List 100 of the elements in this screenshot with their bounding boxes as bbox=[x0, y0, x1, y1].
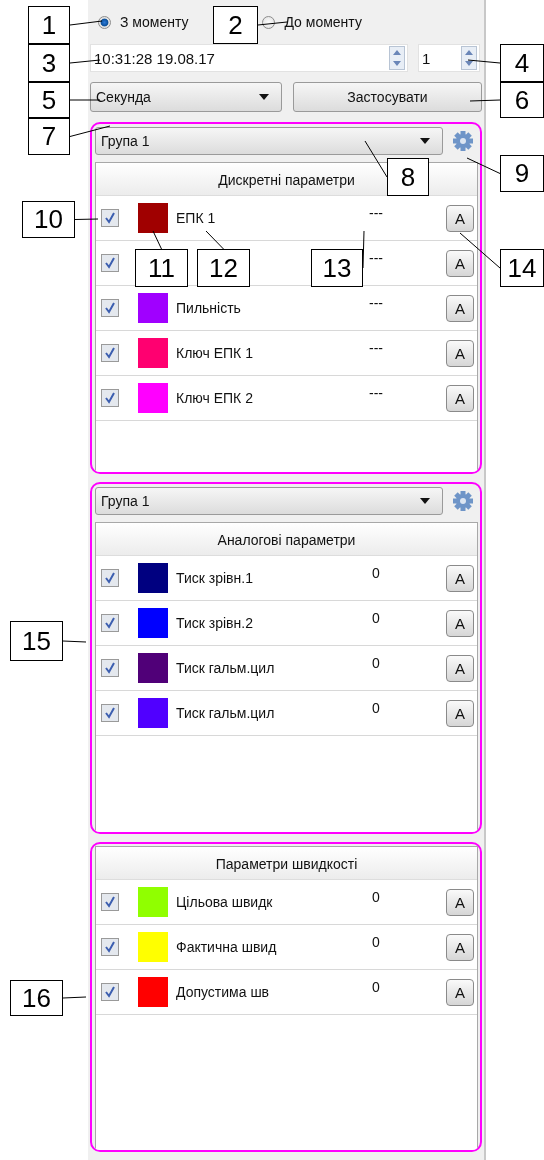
callout-label: 2 bbox=[213, 6, 258, 44]
parameter-value: --- bbox=[368, 295, 384, 311]
callout-label: 13 bbox=[311, 249, 363, 287]
parameter-value: 0 bbox=[371, 565, 381, 581]
parameter-name: Фактична швид bbox=[176, 939, 278, 955]
callout-label: 15 bbox=[10, 621, 63, 661]
leader-line bbox=[69, 20, 103, 26]
parameter-name: Ключ ЕПК 2 bbox=[176, 390, 254, 406]
caret-icon bbox=[259, 94, 269, 100]
callout-label: 5 bbox=[28, 82, 70, 118]
apply-button[interactable]: Застосувати bbox=[293, 82, 482, 112]
leader-line bbox=[364, 140, 388, 178]
radio-option[interactable]: До моменту bbox=[262, 14, 362, 30]
callout-label: 11 bbox=[135, 249, 188, 287]
parameter-value: --- bbox=[368, 250, 384, 266]
leader-line bbox=[469, 99, 501, 102]
checkbox[interactable] bbox=[101, 569, 119, 587]
leader-line bbox=[74, 218, 99, 220]
axis-button[interactable]: A bbox=[446, 933, 474, 961]
leader-line bbox=[69, 125, 111, 137]
color-swatch[interactable] bbox=[138, 887, 168, 917]
color-swatch[interactable] bbox=[138, 383, 168, 413]
axis-button[interactable]: A bbox=[446, 654, 474, 682]
axis-button[interactable]: A bbox=[446, 339, 474, 367]
parameter-name: Пильність bbox=[176, 300, 242, 316]
callout-label: 1 bbox=[28, 6, 70, 44]
parameter-value: 0 bbox=[371, 610, 381, 626]
checkbox[interactable] bbox=[101, 938, 119, 956]
color-swatch[interactable] bbox=[138, 932, 168, 962]
group-dropdown[interactable]: Група 1 bbox=[95, 127, 443, 155]
axis-button[interactable]: A bbox=[446, 609, 474, 637]
parameter-value: 0 bbox=[371, 889, 381, 905]
parameter-name: Тиск гальм.цил bbox=[176, 660, 276, 676]
parameter-value: --- bbox=[368, 205, 384, 221]
callout-label: 6 bbox=[500, 82, 544, 118]
parameter-name: Тиск зрівн.1 bbox=[176, 570, 254, 586]
color-swatch[interactable] bbox=[138, 293, 168, 323]
parameter-name: Тиск зрівн.2 bbox=[176, 615, 254, 631]
callout-label: 16 bbox=[10, 980, 63, 1016]
parameter-value: 0 bbox=[371, 700, 381, 716]
callout-label: 9 bbox=[500, 155, 544, 192]
checkbox[interactable] bbox=[101, 299, 119, 317]
checkbox[interactable] bbox=[101, 344, 119, 362]
color-swatch[interactable] bbox=[138, 338, 168, 368]
leader-line bbox=[69, 99, 101, 101]
checkbox[interactable] bbox=[101, 614, 119, 632]
datetime-field[interactable]: 10:31:28 19.08.17 bbox=[90, 44, 408, 72]
parameter-name: Допустима шв bbox=[176, 984, 271, 1000]
settings-icon[interactable] bbox=[452, 130, 474, 152]
checkbox[interactable] bbox=[101, 983, 119, 1001]
checkbox[interactable] bbox=[101, 893, 119, 911]
callout-label: 10 bbox=[22, 201, 75, 238]
checkbox[interactable] bbox=[101, 209, 119, 227]
leader-line bbox=[467, 59, 501, 64]
axis-button[interactable]: A bbox=[446, 888, 474, 916]
axis-button[interactable]: A bbox=[446, 384, 474, 412]
parameter-name: ЕПК 1 bbox=[176, 210, 217, 226]
color-swatch[interactable] bbox=[138, 653, 168, 683]
spin-arrows-icon[interactable] bbox=[389, 46, 405, 70]
callout-label: 4 bbox=[500, 44, 544, 82]
parameter-value: 0 bbox=[371, 655, 381, 671]
color-swatch[interactable] bbox=[138, 608, 168, 638]
callout-label: 3 bbox=[28, 44, 70, 82]
checkbox[interactable] bbox=[101, 659, 119, 677]
settings-icon[interactable] bbox=[452, 490, 474, 512]
leader-line bbox=[152, 230, 162, 250]
color-swatch[interactable] bbox=[138, 977, 168, 1007]
caret-icon bbox=[420, 498, 430, 504]
count-field[interactable]: 1 bbox=[418, 44, 480, 72]
parameter-value: 0 bbox=[371, 934, 381, 950]
leader-line bbox=[205, 230, 224, 250]
axis-button[interactable]: A bbox=[446, 564, 474, 592]
color-swatch[interactable] bbox=[138, 563, 168, 593]
callout-label: 7 bbox=[28, 118, 70, 155]
color-swatch[interactable] bbox=[138, 203, 168, 233]
leader-line bbox=[466, 157, 501, 174]
parameter-name: Ключ ЕПК 1 bbox=[176, 345, 254, 361]
parameter-value: 0 bbox=[371, 979, 381, 995]
color-swatch[interactable] bbox=[138, 698, 168, 728]
callout-label: 12 bbox=[197, 249, 250, 287]
axis-button[interactable]: A bbox=[446, 294, 474, 322]
axis-button[interactable]: A bbox=[446, 978, 474, 1006]
checkbox[interactable] bbox=[101, 389, 119, 407]
parameter-value: --- bbox=[368, 385, 384, 401]
leader-line bbox=[62, 640, 87, 643]
callout-label: 8 bbox=[387, 158, 429, 196]
axis-button[interactable]: A bbox=[446, 204, 474, 232]
parameter-name: Цільова швидк bbox=[176, 894, 274, 910]
checkbox[interactable] bbox=[101, 254, 119, 272]
axis-button[interactable]: A bbox=[446, 699, 474, 727]
radio-option[interactable]: З моменту bbox=[98, 14, 189, 30]
parameter-value: --- bbox=[368, 340, 384, 356]
group-dropdown[interactable]: Група 1 bbox=[95, 487, 443, 515]
unit-dropdown[interactable]: Секунда bbox=[90, 82, 282, 112]
parameter-name: Тиск гальм.цил bbox=[176, 705, 276, 721]
leader-line bbox=[362, 230, 365, 269]
spin-arrows-icon[interactable] bbox=[461, 46, 477, 70]
checkbox[interactable] bbox=[101, 704, 119, 722]
callout-label: 14 bbox=[500, 249, 544, 287]
axis-button[interactable]: A bbox=[446, 249, 474, 277]
